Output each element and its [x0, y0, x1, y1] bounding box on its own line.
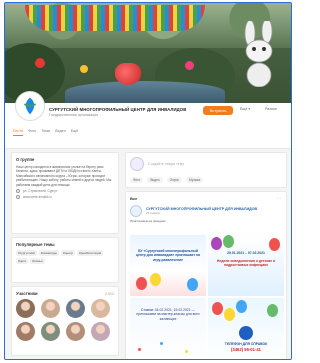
tab-photos[interactable]: Фото — [28, 129, 36, 136]
members-header: Участники 2 512 — [16, 291, 114, 296]
rabbit-statue — [244, 21, 273, 87]
about-card: О группе Наш Центр находится в живописно… — [11, 152, 119, 234]
phone-label: ТЕЛЕФОН ДЛЯ СПРАВОК — [224, 342, 268, 346]
composer-row: Создайте новую тему — [130, 157, 282, 171]
tab-feed[interactable]: Лента — [13, 129, 23, 136]
tab-videos[interactable]: Видео — [55, 129, 66, 136]
address-text: ул. Строителей, Сургут — [23, 189, 58, 194]
cover-photo — [5, 3, 291, 103]
tab-topics[interactable]: Темы — [41, 129, 50, 136]
post-image[interactable]: БУ «Сургутский многопрофильный центр для… — [130, 235, 206, 296]
pond — [65, 81, 225, 103]
misc-link[interactable]: Разное — [265, 107, 277, 111]
topic-tag[interactable]: #семья — [30, 258, 45, 264]
tab-more[interactable]: Ещё — [71, 129, 78, 136]
group-logo-icon[interactable] — [15, 91, 45, 121]
balloon — [136, 277, 147, 290]
members-title[interactable]: Участники — [16, 291, 38, 296]
add-music-button[interactable]: Музыка — [186, 177, 204, 183]
phone-icon — [239, 326, 253, 340]
balloon — [236, 300, 247, 313]
rainbow-arch — [25, 5, 205, 31]
add-video-button[interactable]: Видео — [147, 177, 163, 183]
member-avatar[interactable] — [41, 322, 60, 341]
post-image[interactable]: 29.01.2021 – 07.02.2021 Неделя осведомле… — [208, 235, 284, 296]
members-count: 2 512 — [105, 291, 114, 296]
join-button[interactable]: Вступить — [203, 106, 233, 115]
balloon — [211, 237, 222, 250]
feed: Все ⋯ СУРГУТСКИЙ МНОГОПРОФИЛЬНЫЙ ЦЕНТР Д… — [125, 191, 287, 359]
balloon — [269, 238, 280, 251]
topic-tag[interactable]: #реабилитация — [77, 250, 104, 256]
right-column: Создайте новую тему Фото Видео Опрос Муз… — [125, 152, 287, 359]
post-image-grid: БУ «Сургутский многопрофильный центр для… — [130, 235, 284, 359]
composer-actions: Фото Видео Опрос Музыка — [130, 177, 282, 183]
screenshot-frame: СУРГУТСКИЙ МНОГОПРОФИЛЬНЫЙ ЦЕНТР ДЛЯ ИНВ… — [4, 2, 292, 360]
confetti — [185, 350, 188, 353]
post-author[interactable]: СУРГУТСКИЙ МНОГОПРОФИЛЬНЫЙ ЦЕНТР ДЛЯ ИНВ… — [146, 207, 257, 211]
member-avatar[interactable] — [66, 322, 85, 341]
post-image[interactable]: ТЕЛЕФОН ДЛЯ СПРАВОК (3462) 55-01-41 — [208, 298, 284, 359]
topics-card: Популярные темы #сургутский #инвалиды #ц… — [11, 237, 119, 283]
add-poll-button[interactable]: Опрос — [166, 177, 182, 183]
image-caption: БУ «Сургутский многопрофильный центр для… — [135, 249, 200, 262]
topics-title: Популярные темы — [16, 242, 55, 247]
member-avatar[interactable] — [91, 299, 110, 318]
balloon — [212, 302, 223, 315]
about-text: Наш Центр находится в живописном уголке … — [16, 165, 112, 187]
link-icon — [16, 195, 20, 200]
post-text: Приглашаем на праздник — [130, 219, 166, 223]
topic-tag[interactable]: #инвалиды — [38, 250, 59, 256]
feed-filter[interactable]: Все — [130, 196, 282, 201]
topic-tag[interactable]: #дети — [16, 258, 29, 264]
balloon — [267, 304, 278, 317]
post-date: 25 января — [146, 211, 160, 215]
topic-tag[interactable]: #сургутский — [16, 250, 37, 256]
group-avatar — [130, 157, 144, 171]
phone-number: (3462) 55-01-41 — [230, 347, 262, 352]
confetti — [160, 342, 163, 345]
topic-tags: #сургутский #инвалиды #центр #реабилитац… — [16, 250, 114, 264]
members-card: Участники 2 512 — [11, 286, 119, 356]
group-name[interactable]: СУРГУТСКИЙ МНОГОПРОФИЛЬНЫЙ ЦЕНТР ДЛЯ ИНВ… — [49, 107, 186, 112]
member-avatar[interactable] — [16, 299, 35, 318]
confetti — [138, 348, 141, 351]
flower — [35, 58, 45, 68]
balloon — [223, 235, 234, 248]
tab-bar: Лента Фото Темы Видео Ещё — [13, 129, 78, 136]
member-avatar[interactable] — [66, 299, 85, 318]
address-line: ул. Строителей, Сургут — [16, 189, 114, 194]
topic-tag[interactable]: #центр — [60, 250, 76, 256]
group-header: СУРГУТСКИЙ МНОГОПРОФИЛЬНЫЙ ЦЕНТР ДЛЯ ИНВ… — [5, 91, 291, 149]
post-image[interactable]: Ставим: 04.02.2021, 15.02.2021 — приглаш… — [130, 298, 206, 359]
flower — [185, 61, 194, 70]
post-composer: Создайте новую тему Фото Видео Опрос Муз… — [125, 152, 287, 188]
left-column: О группе Наш Центр находится в живописно… — [11, 152, 119, 359]
balloon — [224, 308, 235, 321]
more-dropdown[interactable]: Ещё ▾ — [240, 107, 250, 111]
member-avatar[interactable] — [41, 299, 60, 318]
site-line[interactable]: www.centr-invalid.ru — [16, 195, 114, 200]
post-header: СУРГУТСКИЙ МНОГОПРОФИЛЬНЫЙ ЦЕНТР ДЛЯ ИНВ… — [130, 205, 282, 217]
image-date: 29.01.2021 – 07.02.2021 — [227, 251, 265, 255]
add-photo-button[interactable]: Фото — [130, 177, 144, 183]
flower — [80, 65, 88, 73]
location-icon — [16, 189, 20, 194]
group-subtitle: Государственная организация — [49, 113, 99, 117]
member-avatar[interactable] — [16, 322, 35, 341]
image-caption: Неделя осведомления о детских и подростк… — [216, 259, 276, 268]
about-title: О группе — [16, 157, 35, 162]
site-link[interactable]: www.centr-invalid.ru — [23, 195, 52, 199]
image-caption: Ставим: 04.02.2021, 15.02.2021 — приглаш… — [136, 308, 200, 321]
red-planter — [115, 63, 141, 85]
balloon — [187, 278, 198, 291]
composer-input[interactable]: Создайте новую тему — [148, 162, 184, 166]
member-avatars — [16, 299, 114, 341]
member-avatar[interactable] — [91, 322, 110, 341]
post-author-avatar[interactable] — [130, 205, 142, 217]
more-options-icon[interactable]: ⋯ — [277, 196, 281, 201]
balloon — [150, 273, 161, 286]
